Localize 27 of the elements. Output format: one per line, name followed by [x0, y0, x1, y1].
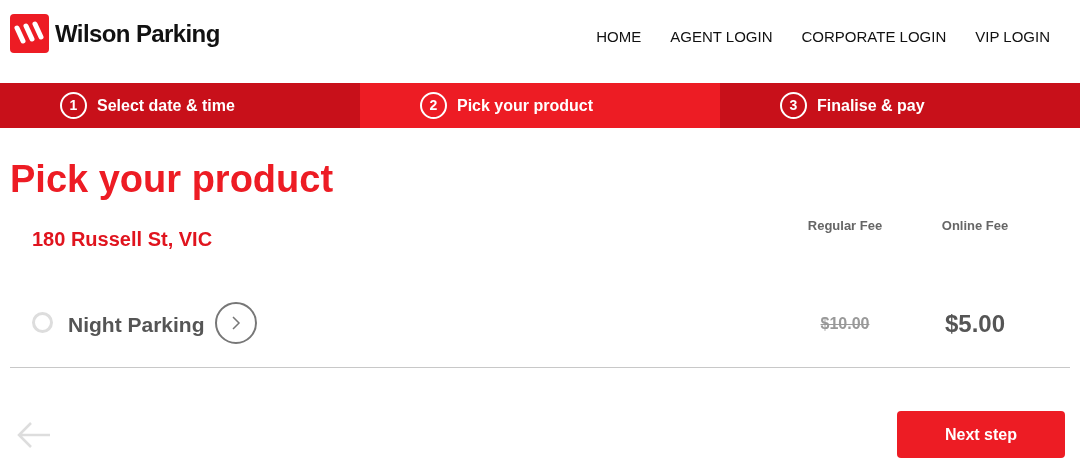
- step-tab[interactable]: 1 Select date & time: [0, 83, 360, 128]
- column-header: Online Fee: [940, 217, 1010, 235]
- chevron-right-icon: [230, 315, 241, 331]
- brand-name: Wilson Parking: [55, 18, 220, 49]
- page-title: Pick your product: [9, 157, 335, 198]
- step-label: Finalise & pay: [817, 95, 925, 116]
- column-header: Regular Fee: [806, 217, 884, 235]
- next-step-button[interactable]: Next step: [897, 411, 1065, 458]
- step-tab[interactable]: 3 Finalise & pay: [720, 83, 1080, 128]
- product-name: Night Parking: [68, 312, 205, 338]
- step-label: Select date & time: [97, 95, 235, 116]
- location-name: 180 Russell St, VIC: [32, 227, 214, 252]
- online-fee: $5.00: [943, 309, 1007, 339]
- step-number: 3: [780, 92, 807, 119]
- back-arrow-icon[interactable]: [16, 420, 52, 449]
- radio-button[interactable]: [32, 312, 53, 333]
- step-number: 1: [60, 92, 87, 119]
- nav-link[interactable]: AGENT LOGIN: [670, 26, 773, 49]
- step-number: 2: [420, 92, 447, 119]
- nav-link[interactable]: HOME: [596, 26, 642, 49]
- regular-fee: $10.00: [819, 314, 871, 334]
- nav-link[interactable]: VIP LOGIN: [975, 26, 1050, 49]
- nav-link[interactable]: CORPORATE LOGIN: [801, 26, 947, 49]
- details-button[interactable]: [214, 302, 257, 344]
- step-label: Pick your product: [457, 95, 594, 116]
- step-tab[interactable]: 2 Pick your product: [360, 83, 720, 128]
- logo-icon: [10, 14, 49, 53]
